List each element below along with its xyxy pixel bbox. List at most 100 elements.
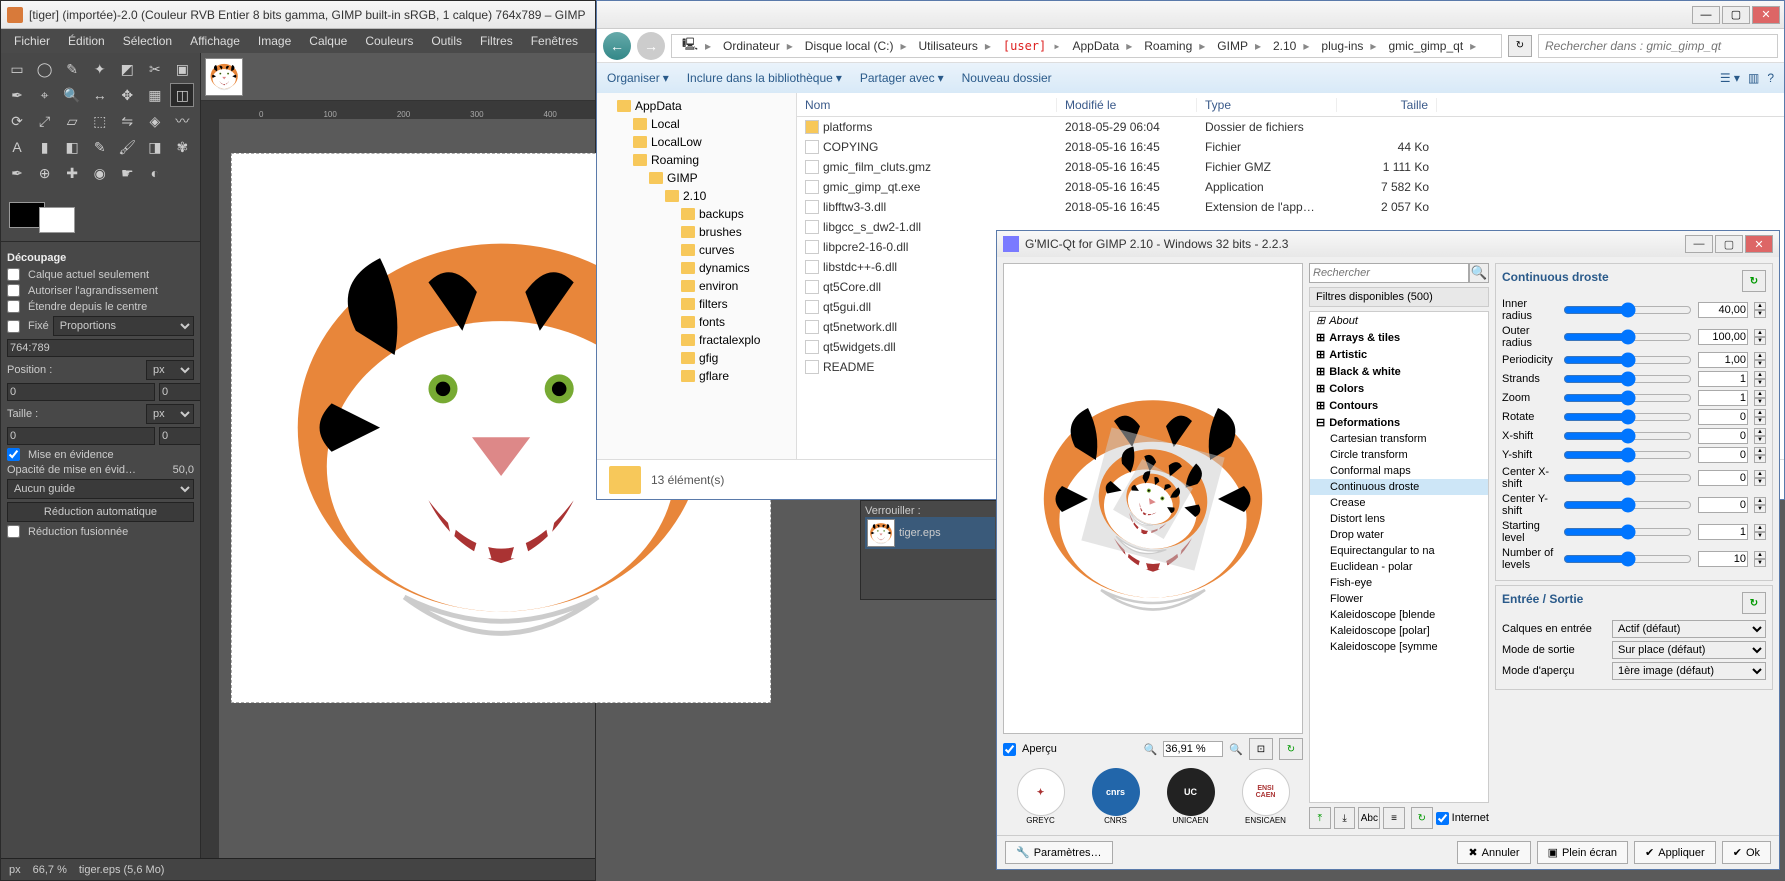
tool-ellipse-select[interactable]: ◯ [33,57,57,81]
cb-highlight[interactable] [7,448,20,461]
settings-button[interactable]: 🔧 Paramètres… [1005,841,1113,864]
tool-free-select[interactable]: ✎ [60,57,84,81]
param-value[interactable] [1698,447,1748,463]
gmic-titlebar[interactable]: G'MIC-Qt for GIMP 2.10 - Windows 32 bits… [997,231,1779,257]
tool-clone[interactable]: ⊕ [33,161,57,185]
tree-item[interactable]: filters [597,295,796,313]
filter-item[interactable]: Equirectangular to na [1310,543,1488,559]
tb-share[interactable]: Partager avec ▾ [860,71,944,85]
param-slider[interactable] [1563,329,1692,345]
param-slider[interactable] [1563,409,1692,425]
crumb-gimp[interactable]: GIMP [1211,39,1267,53]
filter-item[interactable]: Continuous droste [1310,479,1488,495]
crumb-plugins[interactable]: plug-ins [1315,39,1382,53]
preview-mode-select[interactable]: 1ère image (défaut) [1612,662,1766,680]
menu-image[interactable]: Image [249,34,300,48]
menu-filtres[interactable]: Filtres [471,34,522,48]
list-row[interactable]: platforms2018-05-29 06:04Dossier de fich… [797,117,1784,137]
spin-down[interactable]: ▼ [1754,559,1766,567]
menu-outils[interactable]: Outils [422,34,471,48]
param-value[interactable] [1698,371,1748,387]
tb-organize[interactable]: Organiser ▾ [607,71,669,85]
spin-up[interactable]: ▲ [1754,551,1766,559]
spin-down[interactable]: ▼ [1754,310,1766,318]
tree-item[interactable]: dynamics [597,259,796,277]
ruler-horizontal[interactable]: 0100200300400500 [219,101,595,119]
param-value[interactable] [1698,409,1748,425]
param-value[interactable] [1698,497,1748,513]
crumb-users[interactable]: Utilisateurs [913,39,997,53]
tool-perspective[interactable]: ⬚ [88,109,112,133]
tree-item[interactable]: Local [597,115,796,133]
cb-expand-center[interactable] [7,300,20,313]
tree-item[interactable]: curves [597,241,796,259]
tree-item[interactable]: backups [597,205,796,223]
image-tab[interactable] [205,58,243,96]
preview-checkbox[interactable] [1003,743,1016,756]
tree-item[interactable]: fonts [597,313,796,331]
bg-color[interactable] [39,207,75,233]
spin-up[interactable]: ▲ [1754,524,1766,532]
spin-down[interactable]: ▼ [1754,417,1766,425]
fullscreen-button[interactable]: ▣ Plein écran [1537,841,1628,864]
param-slider[interactable] [1563,390,1692,406]
refresh-preview-button[interactable]: ↻ [1279,738,1303,760]
tool-eraser[interactable]: ◨ [143,135,167,159]
spin-up[interactable]: ▲ [1754,447,1766,455]
apply-button[interactable]: ✔ Appliquer [1634,841,1716,864]
tree-item[interactable]: GIMP [597,169,796,187]
tool-text[interactable]: A [5,135,29,159]
minimize-button[interactable]: — [1685,235,1713,253]
menu-affichage[interactable]: Affichage [181,34,249,48]
reset-io-button[interactable]: ↻ [1742,592,1766,614]
param-value[interactable] [1698,352,1748,368]
crumb-ordinateur[interactable]: Ordinateur [717,39,799,53]
param-value[interactable] [1698,551,1748,567]
preview-pane-button[interactable]: ▥ [1748,71,1759,85]
tool-paintbrush[interactable]: 🖌 [115,135,139,159]
spin-down[interactable]: ▼ [1754,398,1766,406]
filter-item[interactable]: Distort lens [1310,511,1488,527]
spin-up[interactable]: ▲ [1754,390,1766,398]
filter-item[interactable]: Drop water [1310,527,1488,543]
filter-item[interactable]: Crease [1310,495,1488,511]
menu-calque[interactable]: Calque [300,34,356,48]
pos-x[interactable] [7,383,155,401]
tool-airbrush[interactable]: ✾ [170,135,194,159]
param-value[interactable] [1698,524,1748,540]
menu-fichier[interactable]: Fichier [5,34,59,48]
filter-item[interactable]: Fish-eye [1310,575,1488,591]
spin-down[interactable]: ▼ [1754,337,1766,345]
tool-color-picker[interactable]: ⌖ [33,83,57,107]
fgbg-swatches[interactable] [1,189,200,241]
filter-item[interactable]: Kaleidoscope [polar] [1310,623,1488,639]
crumb-gmic[interactable]: gmic_gimp_qt [1382,39,1482,53]
tool-move[interactable]: ✥ [115,83,139,107]
filter-item[interactable]: Conformal maps [1310,463,1488,479]
cb-allow-grow[interactable] [7,284,20,297]
tool-warp[interactable]: 〰 [170,109,194,133]
size-unit[interactable]: px [146,404,194,424]
crumb-210[interactable]: 2.10 [1267,39,1315,53]
param-slider[interactable] [1563,302,1692,318]
help-button[interactable]: ? [1767,71,1774,85]
zoom-in-icon[interactable]: 🔍 [1229,743,1243,756]
filter-search-input[interactable] [1309,263,1469,283]
param-slider[interactable] [1563,524,1692,540]
gimp-titlebar[interactable]: [tiger] (importée)-2.0 (Couleur RVB Enti… [1,1,595,29]
param-value[interactable] [1698,302,1748,318]
aspect-field[interactable] [7,339,194,357]
size-h[interactable] [159,427,200,445]
tool-cage[interactable]: ◈ [143,109,167,133]
reset-params-button[interactable]: ↻ [1742,270,1766,292]
list-row[interactable]: gmic_gimp_qt.exe2018-05-16 16:45Applicat… [797,177,1784,197]
param-slider[interactable] [1563,428,1692,444]
list-header[interactable]: Nom Modifié le Type Taille [797,93,1784,117]
param-slider[interactable] [1563,497,1692,513]
filter-category[interactable]: ⊞ Arrays & tiles [1310,329,1488,346]
tree-item[interactable]: environ [597,277,796,295]
tool-zoom[interactable]: 🔍 [60,83,84,107]
remove-fav-button[interactable]: ⤓ [1334,807,1356,829]
list-row[interactable]: COPYING2018-05-16 16:45Fichier44 Ko [797,137,1784,157]
spin-down[interactable]: ▼ [1754,436,1766,444]
